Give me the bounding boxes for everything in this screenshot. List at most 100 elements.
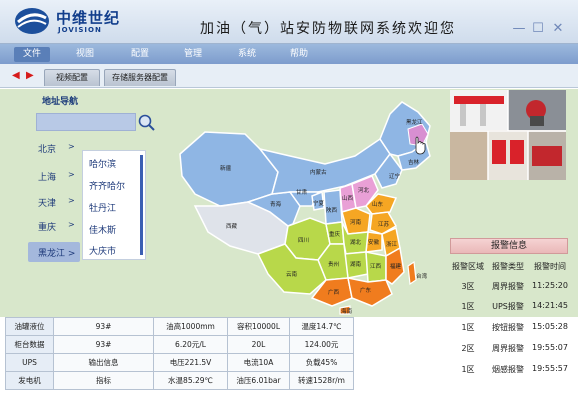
menu-system[interactable]: 系统 [232, 47, 262, 62]
alarm-row-time: 15:05:28 [532, 322, 568, 331]
map-label: 内蒙古 [310, 168, 327, 176]
city-mudanjiang[interactable]: 牡丹江 [89, 201, 116, 214]
chevron-right-icon: > [68, 142, 75, 151]
map-label: 河北 [358, 186, 370, 194]
city-harbin[interactable]: 哈尔滨 [89, 157, 116, 170]
search-icon[interactable] [136, 112, 156, 132]
menu-manage[interactable]: 管理 [178, 47, 208, 62]
alarm-row-type: 按钮报警 [492, 323, 524, 332]
alarm-col-type: 报警类型 [492, 262, 524, 271]
map-label: 海南 [341, 307, 353, 315]
menu-help[interactable]: 帮助 [284, 47, 314, 62]
map-label: 吉林 [408, 158, 420, 166]
alarm-panel-title: 报警信息 [450, 238, 568, 254]
map-label: 福建 [390, 262, 402, 270]
right-arrow-icon[interactable]: ▶ [26, 70, 34, 81]
table-row: 柜台数据 93# 6.20元/L 20L 124.00元 [5, 335, 354, 354]
alarm-row-time: 19:55:57 [532, 364, 568, 373]
province-tianjin[interactable]: 天津 [38, 196, 56, 209]
brand-subtitle: JOVISION [58, 26, 102, 34]
tab-bar: ◀ ▶ 视频配置 存储服务器配置 [0, 64, 578, 88]
china-map[interactable]: 黑龙江 吉林 辽宁 内蒙古 新疆 西藏 青海 甘肃 宁夏 山西 河北 山东 河南… [160, 94, 450, 316]
maximize-icon[interactable]: ☐ [531, 22, 545, 36]
alarm-col-time: 报警时间 [534, 262, 566, 271]
alarm-row-type: 周界报警 [492, 344, 524, 353]
menu-file[interactable]: 文件 [14, 47, 50, 62]
table-cell: 电压221.5V [153, 353, 228, 372]
tab-video-config[interactable]: 视频配置 [44, 69, 100, 86]
province-heilongjiang[interactable]: 黑龙江 > [28, 242, 80, 262]
map-label: 四川 [298, 237, 309, 244]
alarm-row-area: 1区 [461, 365, 475, 374]
menu-config[interactable]: 配置 [125, 47, 155, 62]
table-cell: 容积10000L [227, 317, 290, 336]
table-cell: 124.00元 [289, 335, 354, 354]
taiwan-region [407, 260, 417, 286]
minimize-icon[interactable]: — [512, 22, 526, 36]
province-shanghai[interactable]: 上海 [38, 170, 56, 183]
map-label: 山西 [342, 194, 354, 202]
city-scrollbar[interactable] [140, 155, 143, 255]
alarm-row-type: UPS报警 [492, 302, 524, 311]
map-label: 甘肃 [296, 188, 308, 196]
menu-view[interactable]: 视图 [70, 47, 100, 62]
left-arrow-icon[interactable]: ◀ [12, 70, 20, 81]
chevron-right-icon: > [68, 196, 75, 205]
alarm-row-type: 烟感报警 [492, 365, 524, 374]
alarm-row-area: 2区 [461, 344, 475, 353]
close-icon[interactable]: ✕ [551, 22, 565, 36]
map-label: 江苏 [378, 220, 390, 228]
table-cell: 油罐液位 [5, 317, 54, 336]
city-jiamusi[interactable]: 佳木斯 [89, 223, 116, 236]
alarm-row-time: 19:55:07 [532, 343, 568, 352]
map-label: 辽宁 [389, 172, 401, 180]
map-label: 湖北 [350, 238, 362, 246]
map-label: 重庆 [329, 230, 341, 238]
search-input[interactable] [36, 113, 136, 131]
tab-storage-config[interactable]: 存储服务器配置 [104, 69, 176, 86]
table-cell: 电流10A [227, 353, 290, 372]
table-row: 发电机 指标 水温85.29℃ 油压6.01bar 转速1528r/m [5, 371, 354, 390]
jovision-logo [15, 8, 49, 34]
map-label: 西藏 [226, 222, 238, 230]
city-daqing[interactable]: 大庆市 [89, 244, 116, 257]
alarm-row-area: 1区 [461, 302, 475, 311]
map-label: 河南 [350, 218, 362, 226]
station-photo [450, 90, 566, 180]
map-label: 宁夏 [313, 199, 325, 207]
station-data-table: 油罐液位 93# 油高1000mm 容积10000L 温度14.7℃ 柜台数据 … [5, 317, 354, 390]
map-label: 贵州 [328, 260, 339, 268]
map-label: 广东 [360, 286, 372, 294]
map-label: 陕西 [326, 206, 338, 214]
map-label: 台湾 [416, 272, 428, 280]
table-cell: 油高1000mm [153, 317, 228, 336]
nav-title: 地址导航 [42, 97, 79, 107]
province-heilongjiang-label: 黑龙江 [38, 249, 66, 259]
city-qiqihar[interactable]: 齐齐哈尔 [89, 179, 125, 192]
map-label: 青海 [270, 200, 282, 208]
alarm-col-area: 报警区域 [452, 262, 484, 271]
province-beijing[interactable]: 北京 [38, 142, 56, 155]
alarm-row-type: 周界报警 [492, 282, 524, 291]
shaanxi-region [323, 189, 343, 225]
map-label: 云南 [286, 270, 298, 278]
table-cell: 温度14.7℃ [289, 317, 354, 336]
title-bar: 中维世纪 JOVISION 加油（气）站安防物联网系统欢迎您 — ☐ ✕ [0, 0, 578, 44]
table-cell: 转速1528r/m [289, 371, 354, 390]
alarm-row-area: 1区 [461, 323, 475, 332]
chevron-right-icon: > [68, 220, 75, 229]
table-cell: UPS [5, 353, 54, 372]
table-row: UPS 输出信息 电压221.5V 电流10A 负载45% [5, 353, 354, 372]
city-list: 哈尔滨 齐齐哈尔 牡丹江 佳木斯 大庆市 [82, 150, 146, 260]
province-chongqing[interactable]: 重庆 [38, 220, 56, 233]
map-label: 山东 [372, 200, 384, 208]
chevron-right-icon: > [68, 170, 75, 179]
table-cell: 油压6.01bar [227, 371, 290, 390]
table-cell: 6.20元/L [153, 335, 228, 354]
table-cell: 93# [53, 317, 154, 336]
table-cell: 发电机 [5, 371, 54, 390]
map-label: 黑龙江 [406, 118, 423, 126]
alarm-row-time: 14:21:45 [532, 301, 568, 310]
map-label: 浙江 [386, 240, 398, 248]
table-cell: 93# [53, 335, 154, 354]
